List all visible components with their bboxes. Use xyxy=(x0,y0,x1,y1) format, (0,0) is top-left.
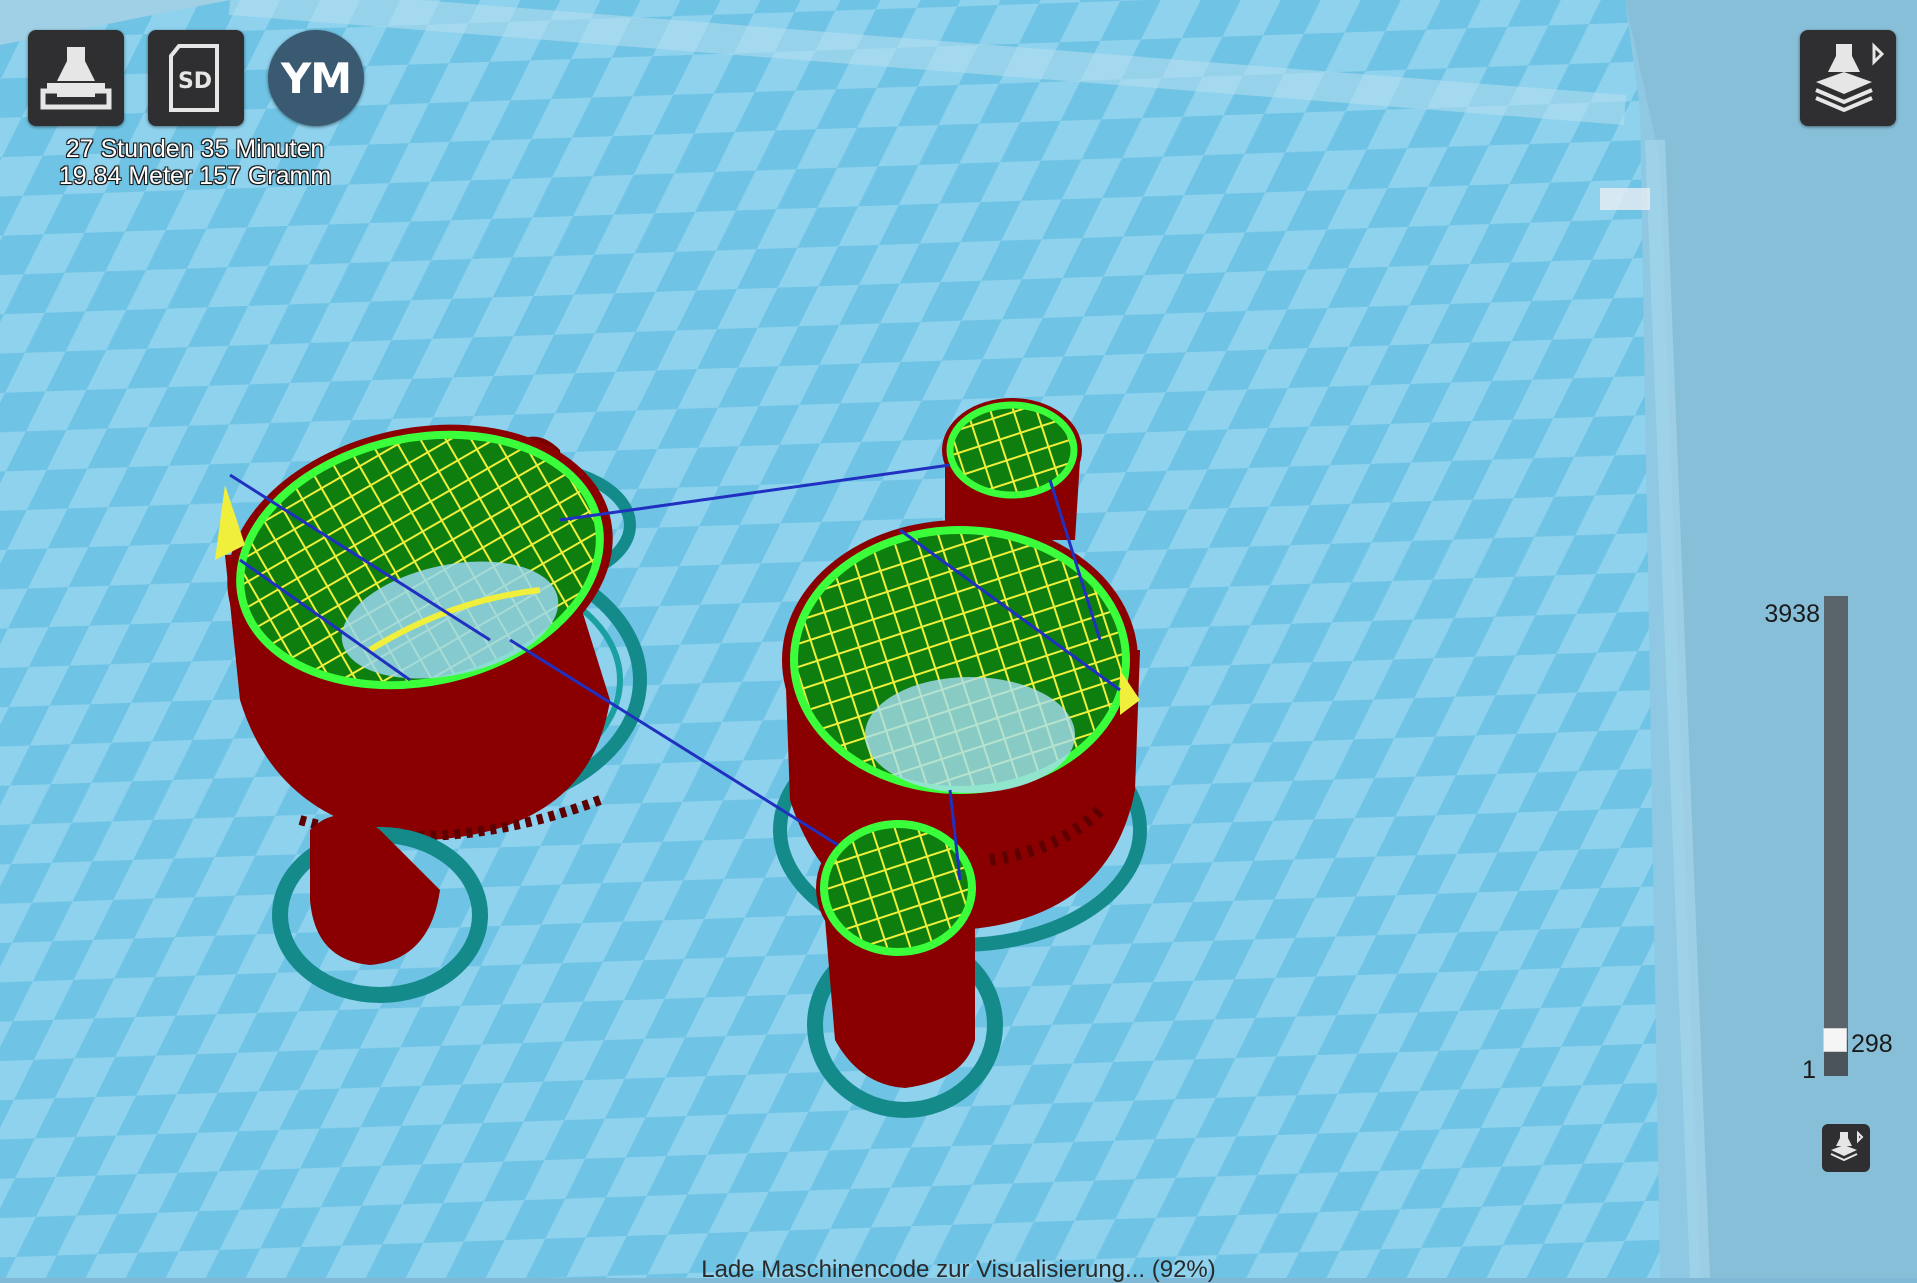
layer-max-label: 3938 xyxy=(1764,600,1820,628)
layer-current-label: 298 xyxy=(1851,1030,1893,1058)
user-avatar-button[interactable]: YM xyxy=(268,30,364,126)
build-plate-scene[interactable] xyxy=(0,0,1917,1279)
print-button[interactable] xyxy=(28,30,124,126)
status-message: Lade Maschinencode zur Visualisierung...… xyxy=(701,1256,1216,1283)
top-infill xyxy=(820,820,976,956)
layer-view-toggle-button[interactable] xyxy=(1822,1124,1870,1172)
layer-min-label: 1 xyxy=(1802,1056,1816,1084)
avatar-initials: YM xyxy=(280,53,352,103)
3d-viewport[interactable] xyxy=(0,0,1917,1279)
material-estimate: 19.84 Meter 157 Gramm xyxy=(58,162,332,190)
layer-view-icon xyxy=(1815,42,1885,113)
sd-card-icon: SD xyxy=(169,44,219,112)
printer-icon xyxy=(40,47,112,110)
view-mode-button[interactable] xyxy=(1800,30,1896,126)
sd-card-button[interactable]: SD xyxy=(148,30,244,126)
print-time-estimate: 27 Stunden 35 Minuten xyxy=(65,135,325,163)
top-infill xyxy=(946,401,1078,499)
svg-text:SD: SD xyxy=(178,69,212,94)
layer-slider-handle[interactable] xyxy=(1823,1028,1847,1052)
layer-slider[interactable] xyxy=(1824,596,1848,1076)
layer-view-icon xyxy=(1830,1130,1864,1162)
